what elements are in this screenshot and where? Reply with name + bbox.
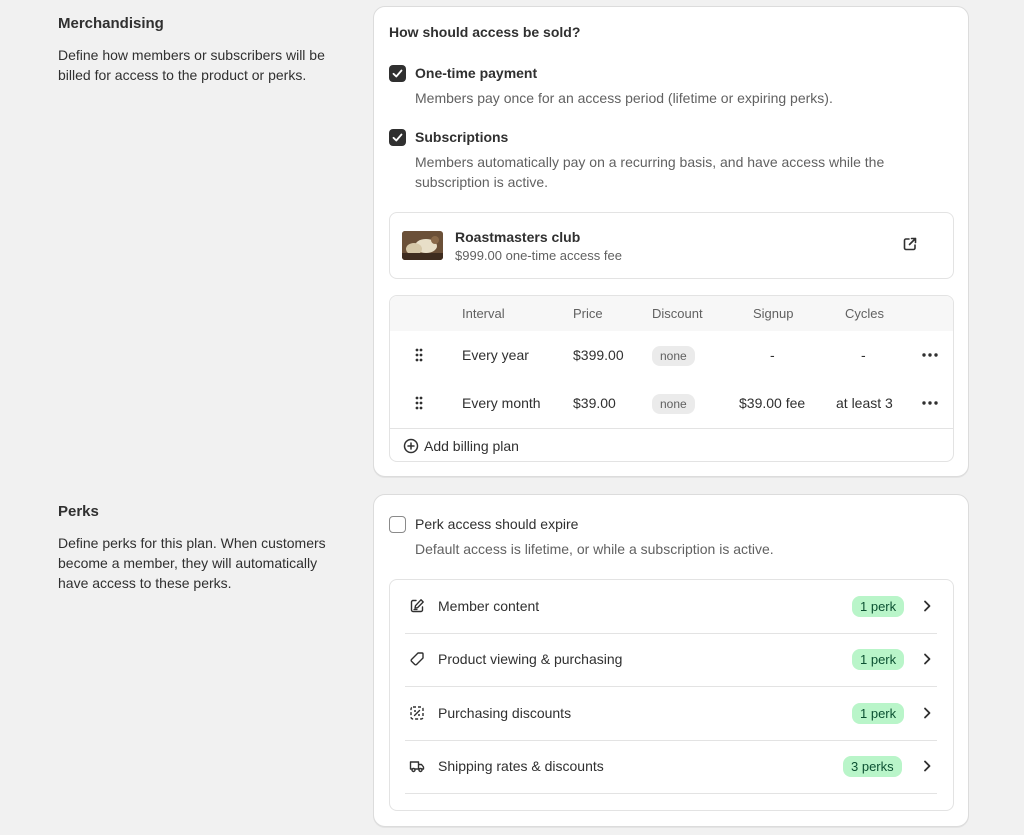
perk-count-badge: 1 perk (852, 649, 905, 670)
discount-badge: none (652, 346, 695, 366)
perk-count-badge: 3 perks (843, 756, 902, 777)
product-thumbnail (402, 231, 443, 260)
checkmark-icon (392, 69, 403, 78)
add-billing-plan-button[interactable]: Add billing plan (390, 428, 953, 461)
one-time-label: One-time payment (415, 65, 538, 81)
add-circle-icon (403, 438, 419, 454)
chevron-right-icon (924, 760, 931, 772)
option-subscriptions[interactable]: Subscriptions Members automatically pay … (389, 129, 954, 194)
billing-plans-table: Interval Price Discount Signup Cycles Ev… (389, 295, 954, 462)
perk-label: Member content (438, 598, 540, 614)
row-signup: - (770, 347, 775, 363)
header-discount: Discount (652, 306, 703, 321)
perk-item-purchasing-discounts[interactable]: Purchasing discounts 1 perk (405, 687, 937, 741)
perk-item-shipping-rates[interactable]: Shipping rates & discounts 3 perks (405, 740, 937, 794)
one-time-checkbox[interactable] (389, 65, 406, 82)
perk-label: Purchasing discounts (438, 705, 572, 721)
perk-label: Shipping rates & discounts (438, 758, 604, 774)
edit-document-icon (410, 599, 424, 613)
chevron-right-icon (924, 653, 931, 665)
perks-description: Define perks for this plan. When custome… (58, 535, 326, 591)
row-cycles: at least 3 (836, 395, 893, 411)
header-price: Price (573, 306, 603, 321)
perk-expire-description: Default access is lifetime, or while a s… (415, 541, 774, 557)
header-cycles: Cycles (845, 306, 885, 321)
row-interval: Every month (462, 395, 541, 411)
row-price: $39.00 (573, 395, 616, 411)
chevron-right-icon (924, 707, 931, 719)
truck-icon (409, 761, 425, 773)
merchandising-title: Merchandising (58, 15, 164, 32)
subscriptions-description: Members automatically pay on a recurring… (415, 154, 885, 190)
perks-card: Perk access should expire Default access… (373, 494, 969, 827)
row-interval: Every year (462, 347, 529, 363)
perk-item-product-viewing[interactable]: Product viewing & purchasing 1 perk (405, 633, 937, 687)
row-signup: $39.00 fee (739, 395, 806, 411)
perk-expire-label: Perk access should expire (415, 516, 579, 532)
perk-expire-checkbox[interactable] (389, 516, 406, 533)
product-name: Roastmasters club (455, 229, 581, 245)
tag-icon (410, 652, 424, 666)
subscriptions-checkbox[interactable] (389, 129, 406, 146)
perk-count-badge: 1 perk (852, 703, 905, 724)
merchandising-description: Define how members or subscribers will b… (58, 47, 325, 83)
option-perk-expire[interactable]: Perk access should expire Default access… (389, 516, 954, 561)
header-signup: Signup (753, 306, 794, 321)
row-price: $399.00 (573, 347, 624, 363)
perks-list: Member content 1 perk Product viewing & … (389, 579, 954, 811)
add-billing-plan-label: Add billing plan (424, 438, 519, 454)
product-price: $999.00 one-time access fee (455, 248, 622, 263)
checkmark-icon (392, 133, 403, 142)
option-one-time-payment[interactable]: One-time payment Members pay once for an… (389, 65, 954, 110)
drag-handle-icon[interactable] (415, 348, 423, 362)
access-question: How should access be sold? (389, 24, 581, 40)
product-card: Roastmasters club $999.00 one-time acces… (389, 212, 954, 279)
merchandising-info: Merchandising Define how members or subs… (58, 15, 343, 85)
perks-info: Perks Define perks for this plan. When c… (58, 503, 343, 593)
perks-title: Perks (58, 503, 99, 520)
discount-icon (410, 706, 424, 720)
external-link-icon[interactable] (901, 235, 919, 253)
perk-label: Product viewing & purchasing (438, 651, 623, 667)
chevron-right-icon (924, 600, 931, 612)
merchandising-card: How should access be sold? One-time paym… (373, 6, 969, 477)
perk-count-badge: 1 perk (852, 596, 905, 617)
table-header: Interval Price Discount Signup Cycles (390, 296, 953, 331)
table-row[interactable]: Every year $399.00 none - - (390, 332, 953, 380)
drag-handle-icon[interactable] (415, 396, 423, 410)
header-interval: Interval (462, 306, 505, 321)
more-actions-icon[interactable] (922, 401, 938, 405)
subscriptions-label: Subscriptions (415, 129, 509, 145)
one-time-description: Members pay once for an access period (l… (415, 90, 833, 106)
perk-item-member-content[interactable]: Member content 1 perk (405, 580, 937, 634)
table-row[interactable]: Every month $39.00 none $39.00 fee at le… (390, 380, 953, 428)
discount-badge: none (652, 394, 695, 414)
row-cycles: - (861, 347, 866, 363)
more-actions-icon[interactable] (922, 353, 938, 357)
